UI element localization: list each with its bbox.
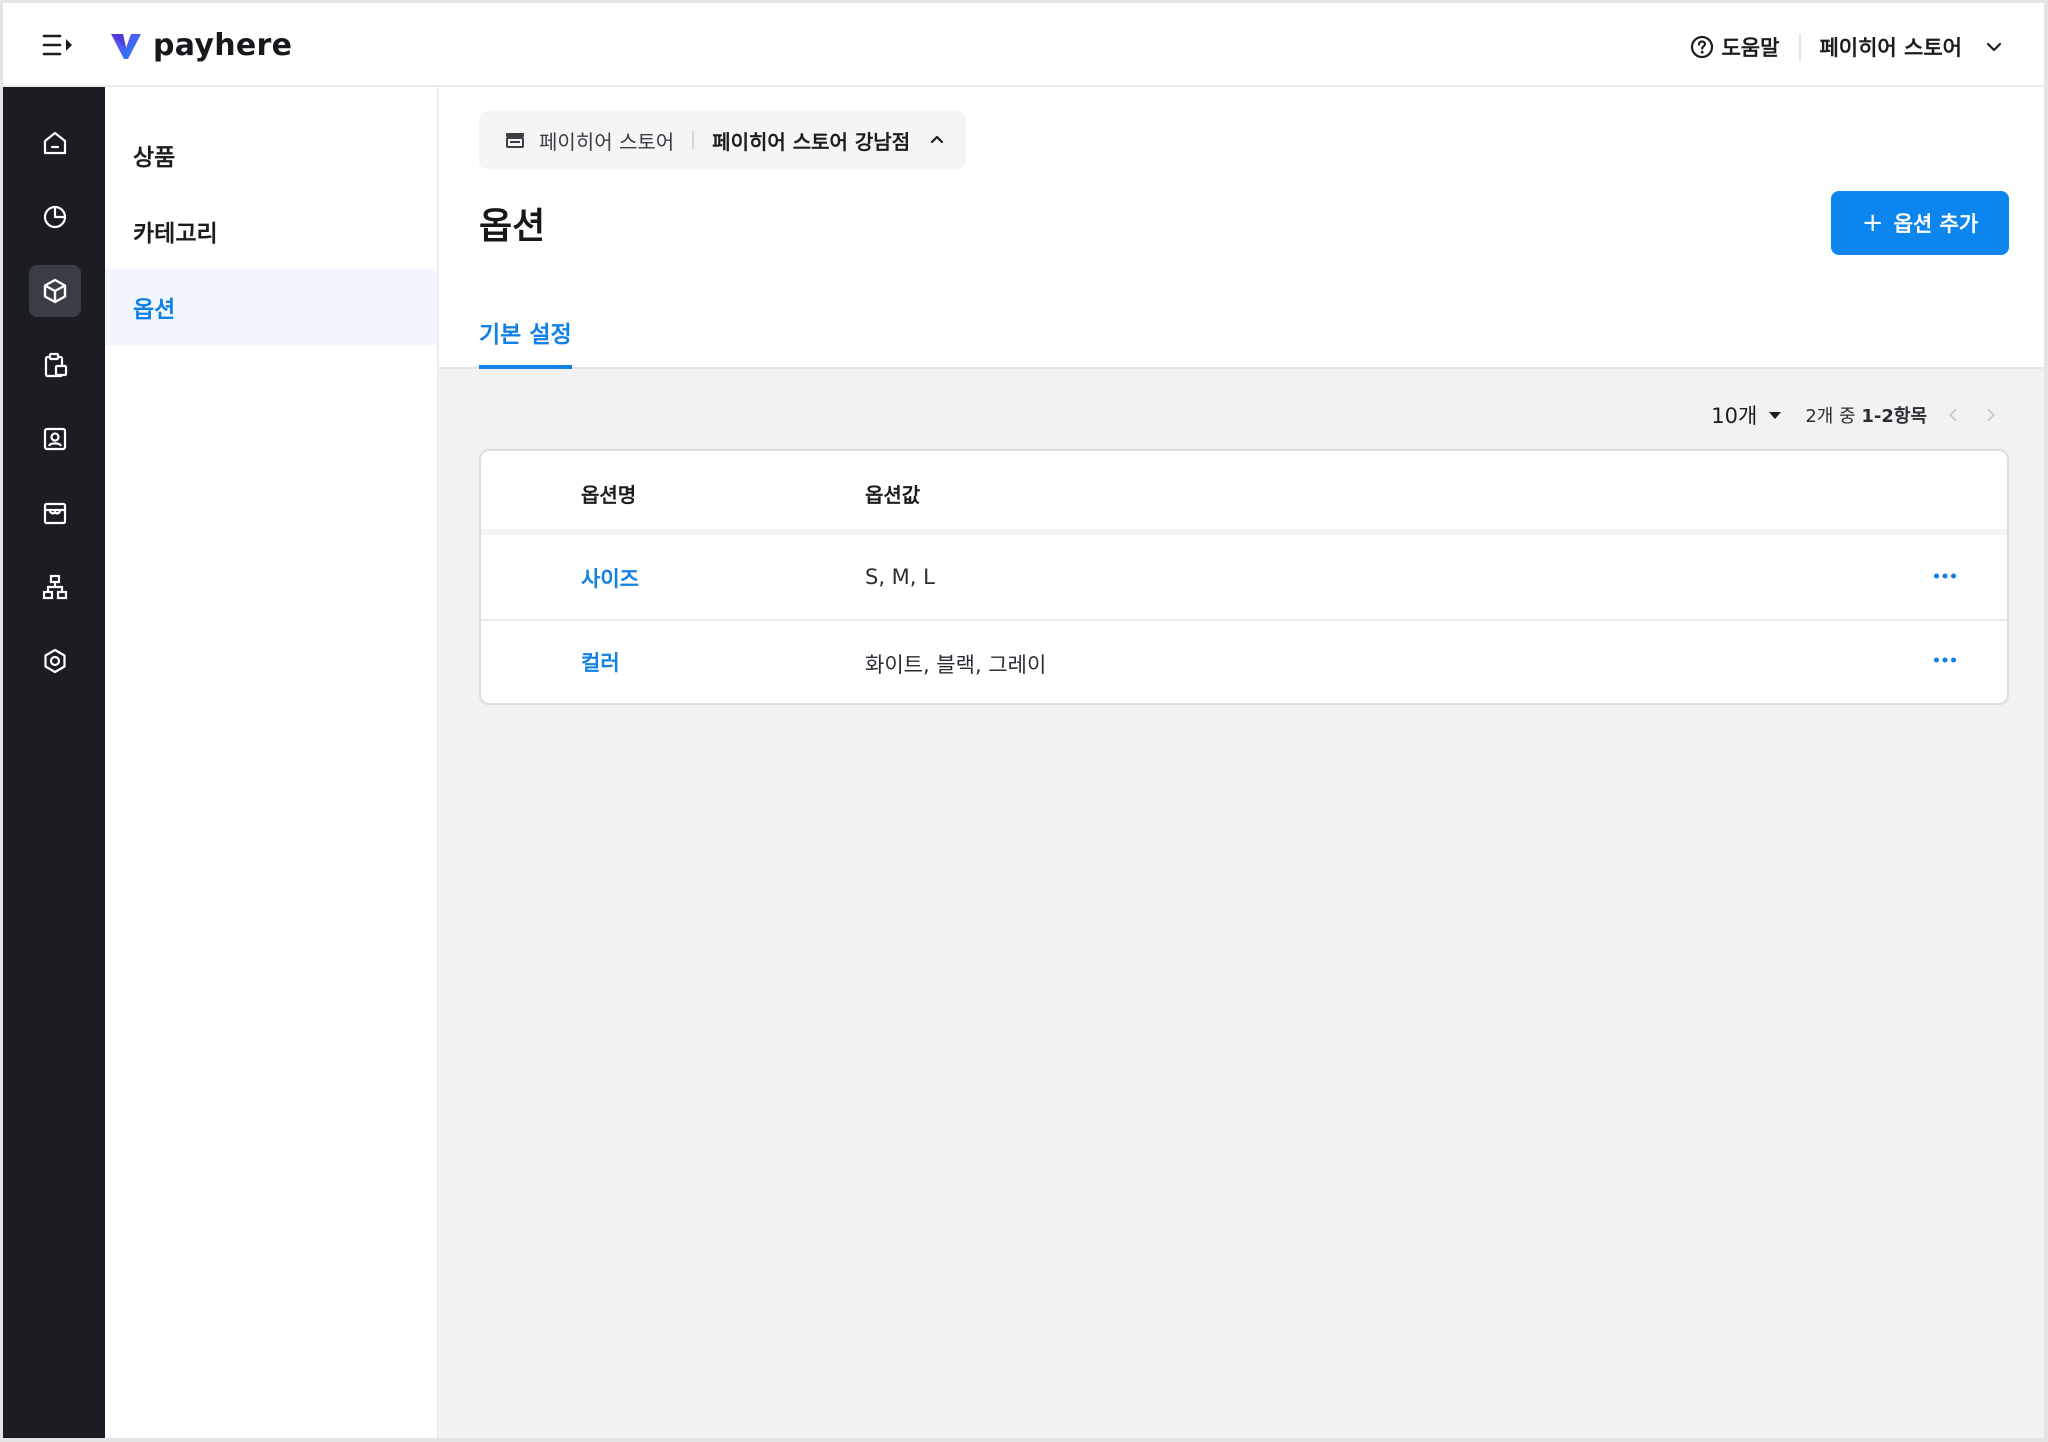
page-range: 2개 중 1-2항목 [1805, 402, 1927, 428]
main-content: 페이히어 스토어 페이히어 스토어 강남점 옵션 + 옵션 추가 기본 설정 1… [439, 87, 2044, 1438]
row-more-button[interactable] [1925, 561, 1965, 591]
store-front-icon [506, 133, 524, 148]
payhere-logo[interactable]: payhere [109, 25, 292, 65]
top-right-actions: 도움말 페이히어 스토어 [1689, 27, 2004, 67]
add-option-label: 옵션 추가 [1893, 212, 1979, 236]
rail-item-customers[interactable] [29, 413, 81, 465]
chevron-right-icon [1987, 408, 1995, 422]
subnav-item-options[interactable]: 옵션 [105, 269, 437, 345]
option-values: 화이트, 블랙, 그레이 [865, 653, 1047, 677]
plus-icon: + [1861, 208, 1884, 238]
option-name-link[interactable]: 사이즈 [581, 563, 639, 593]
menu-collapse-icon[interactable] [41, 30, 75, 60]
page-size-select[interactable]: 10개 [1711, 400, 1783, 430]
breadcrumb-current: 페이히어 스토어 강남점 [712, 129, 911, 154]
subnav-item-categories[interactable]: 카테고리 [105, 193, 437, 269]
store-icon [43, 502, 67, 525]
rail-item-organization[interactable] [29, 561, 81, 613]
clipboard-icon [44, 352, 68, 378]
rail-item-home[interactable] [29, 117, 81, 169]
table-row[interactable]: 컬러 화이트, 블랙, 그레이 [481, 619, 2007, 703]
table-header: 옵션명 옵션값 [481, 451, 2007, 535]
brand-name: payhere [153, 27, 293, 63]
chevron-down-icon [1986, 42, 2002, 52]
page-range-prefix: 2개 중 [1805, 406, 1856, 427]
add-option-button[interactable]: + 옵션 추가 [1831, 191, 2009, 255]
store-switcher-label: 페이히어 스토어 [1819, 36, 1962, 60]
tab-basic-settings[interactable]: 기본 설정 [479, 315, 572, 369]
help-circle-icon [1691, 35, 1714, 59]
app-window: payhere 도움말 페이히어 스토어 상품 카테고리 옵션 페이히어 스토어… [0, 0, 2048, 1442]
breadcrumb-separator [692, 131, 695, 149]
rail-item-products[interactable] [29, 265, 81, 317]
settings-icon [44, 648, 66, 674]
org-chart-icon [42, 574, 68, 600]
home-icon [43, 131, 67, 155]
store-breadcrumb[interactable]: 페이히어 스토어 페이히어 스토어 강남점 [479, 111, 967, 169]
main-nav-rail [3, 87, 105, 1438]
rail-item-settings[interactable] [29, 635, 81, 687]
column-header-option-values: 옵션값 [865, 483, 921, 507]
row-more-button[interactable] [1925, 645, 1965, 675]
contact-icon [43, 427, 67, 451]
rail-item-stores[interactable] [29, 487, 81, 539]
more-horizontal-icon [1933, 657, 1957, 663]
box-icon [43, 278, 67, 304]
pagination: 10개 2개 중 1-2항목 [1711, 395, 2003, 435]
rail-item-inventory[interactable] [29, 339, 81, 391]
chevron-up-icon [931, 135, 944, 144]
page-title: 옵션 [479, 206, 546, 247]
top-bar: payhere 도움말 페이히어 스토어 [3, 3, 2044, 87]
page-size-value: 10개 [1711, 404, 1758, 428]
chart-pie-icon [43, 205, 67, 229]
tab-label: 기본 설정 [479, 322, 572, 348]
next-page-button[interactable] [1979, 403, 2003, 427]
option-name-link[interactable]: 컬러 [581, 647, 620, 677]
tab-active-indicator [479, 365, 572, 369]
more-horizontal-icon [1933, 573, 1957, 579]
chevron-left-icon [1949, 408, 1957, 422]
rail-item-analytics[interactable] [29, 191, 81, 243]
caret-down-icon [1769, 412, 1782, 419]
help-button[interactable]: 도움말 [1689, 32, 1779, 62]
help-label: 도움말 [1721, 36, 1780, 60]
page-range-value: 1-2항목 [1861, 406, 1927, 427]
option-values: S, M, L [865, 565, 935, 589]
top-divider [1799, 34, 1802, 60]
breadcrumb-parent: 페이히어 스토어 [539, 129, 675, 154]
payhere-logo-mark-icon [111, 34, 141, 59]
product-subnav: 상품 카테고리 옵션 [105, 87, 439, 1438]
store-switcher[interactable]: 페이히어 스토어 [1819, 32, 2004, 62]
options-table: 옵션명 옵션값 사이즈 S, M, L 컬러 화이트, 블랙, 그레이 [479, 449, 2009, 705]
prev-page-button[interactable] [1941, 403, 1965, 427]
table-row[interactable]: 사이즈 S, M, L [481, 535, 2007, 619]
subnav-item-products[interactable]: 상품 [105, 117, 437, 193]
column-header-option-name: 옵션명 [581, 483, 637, 507]
page-header: 페이히어 스토어 페이히어 스토어 강남점 옵션 + 옵션 추가 기본 설정 [439, 87, 2044, 369]
